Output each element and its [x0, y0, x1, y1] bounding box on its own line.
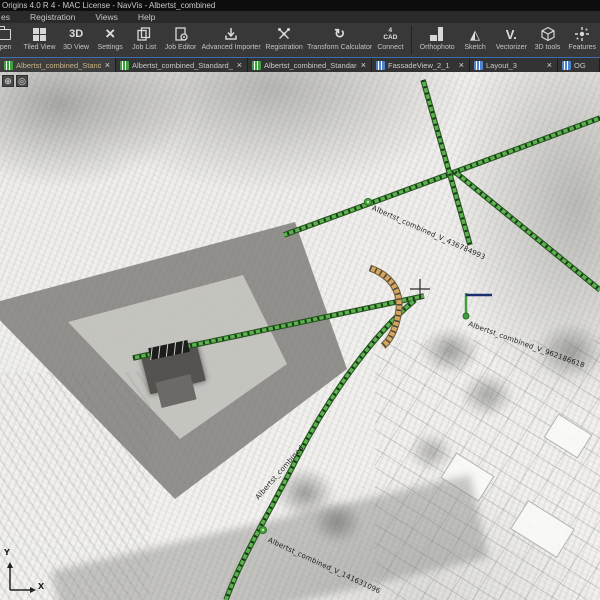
view-tab-icon — [252, 61, 261, 70]
tiled-view-icon — [33, 25, 46, 43]
scan-point-marker[interactable] — [365, 199, 372, 206]
layout-tab-icon — [474, 61, 483, 70]
menu-item-partial[interactable]: es — [0, 12, 13, 22]
toolbar-separator — [411, 26, 412, 54]
tab-og[interactable]: OG — [558, 58, 600, 72]
advanced-importer-button[interactable]: Advanced Importer — [200, 23, 262, 57]
close-icon[interactable]: × — [360, 61, 367, 70]
tab-standard-front[interactable]: Albertst_combined_Standard_Front × — [116, 58, 248, 72]
menu-item-views[interactable]: Views — [92, 12, 121, 22]
scan-trajectory-lines — [133, 80, 600, 600]
tab-standard-top[interactable]: Albertst_combined_Standard_Top × — [0, 58, 116, 72]
4cad-icon: 4CAD — [383, 25, 397, 43]
layout-tab-icon — [562, 61, 571, 70]
title-bar: Origins 4.0 R 4 - MAC License - NavVis -… — [0, 0, 600, 11]
3d-view-icon: 3D — [69, 25, 83, 43]
close-icon[interactable]: × — [104, 61, 111, 70]
view-tab-bar: Albertst_combined_Standard_Top × Alberts… — [0, 57, 600, 72]
vectorizer-button[interactable]: V. Vectorizer — [492, 23, 530, 57]
tab-standard-left[interactable]: Albertst_combined_Standard_Left × — [248, 58, 372, 72]
vectorizer-icon: V. — [506, 25, 517, 43]
view-tab-icon — [120, 61, 129, 70]
settings-icon: × — [105, 25, 115, 43]
viewport-target-button[interactable]: ◎ — [16, 75, 28, 87]
close-icon[interactable]: × — [236, 61, 243, 70]
axis-indicator — [7, 562, 36, 593]
job-list-icon — [136, 25, 152, 43]
close-icon[interactable]: × — [458, 61, 465, 70]
open-folder-icon — [0, 25, 11, 43]
scan-point-marker[interactable] — [260, 527, 267, 534]
features-button[interactable]: Features — [565, 23, 600, 57]
viewport-globe-button[interactable]: ⊕ — [2, 75, 14, 87]
scan-pose-gizmo[interactable] — [463, 293, 492, 319]
features-icon — [574, 25, 590, 43]
job-editor-button[interactable]: Job Editor — [161, 23, 200, 57]
layout-tab-icon — [376, 61, 385, 70]
tiled-view-button[interactable]: Tiled View — [20, 23, 59, 57]
close-icon[interactable]: × — [546, 61, 553, 70]
menu-bar: es Registration Views Help — [0, 11, 600, 23]
view-tab-icon — [4, 61, 13, 70]
menu-item-registration[interactable]: Registration — [27, 12, 78, 22]
sketch-icon: ◭ — [470, 25, 480, 43]
registration-icon — [276, 25, 292, 43]
registration-button[interactable]: Registration — [262, 23, 306, 57]
settings-button[interactable]: × Settings — [93, 23, 127, 57]
job-editor-icon — [173, 25, 189, 43]
tab-fassadeview[interactable]: FassadeView_2_1 × — [372, 58, 470, 72]
3d-tools-button[interactable]: 3D tools — [531, 23, 565, 57]
advanced-importer-icon — [223, 25, 239, 43]
axis-y-label: Y — [4, 548, 10, 557]
main-toolbar: Open Tiled View 3D 3D View × Settings Jo… — [0, 23, 600, 57]
axis-x-label: X — [38, 582, 44, 591]
transform-calculator-icon: ↻ — [334, 25, 345, 43]
map-viewport[interactable]: ⊕ ◎ Albertst_combined_V_436784993 Albert… — [0, 72, 600, 600]
sketch-button[interactable]: ◭ Sketch — [458, 23, 492, 57]
window-title: Origins 4.0 R 4 - MAC License - NavVis -… — [2, 1, 215, 10]
3d-tools-icon — [540, 25, 556, 43]
transform-calculator-button[interactable]: ↻ Transform Calculator — [306, 23, 373, 57]
orthophoto-button[interactable]: Orthophoto — [416, 23, 458, 57]
tab-layout-3[interactable]: Layout_3 × — [470, 58, 558, 72]
3d-view-button[interactable]: 3D 3D View — [59, 23, 93, 57]
application-window: Origins 4.0 R 4 - MAC License - NavVis -… — [0, 0, 600, 600]
hatched-segment — [148, 340, 190, 360]
orthophoto-icon — [430, 25, 444, 43]
open-button[interactable]: Open — [0, 23, 20, 57]
menu-item-help[interactable]: Help — [135, 12, 158, 22]
job-list-button[interactable]: Job List — [127, 23, 161, 57]
connect-button[interactable]: 4CAD Connect — [373, 23, 407, 57]
